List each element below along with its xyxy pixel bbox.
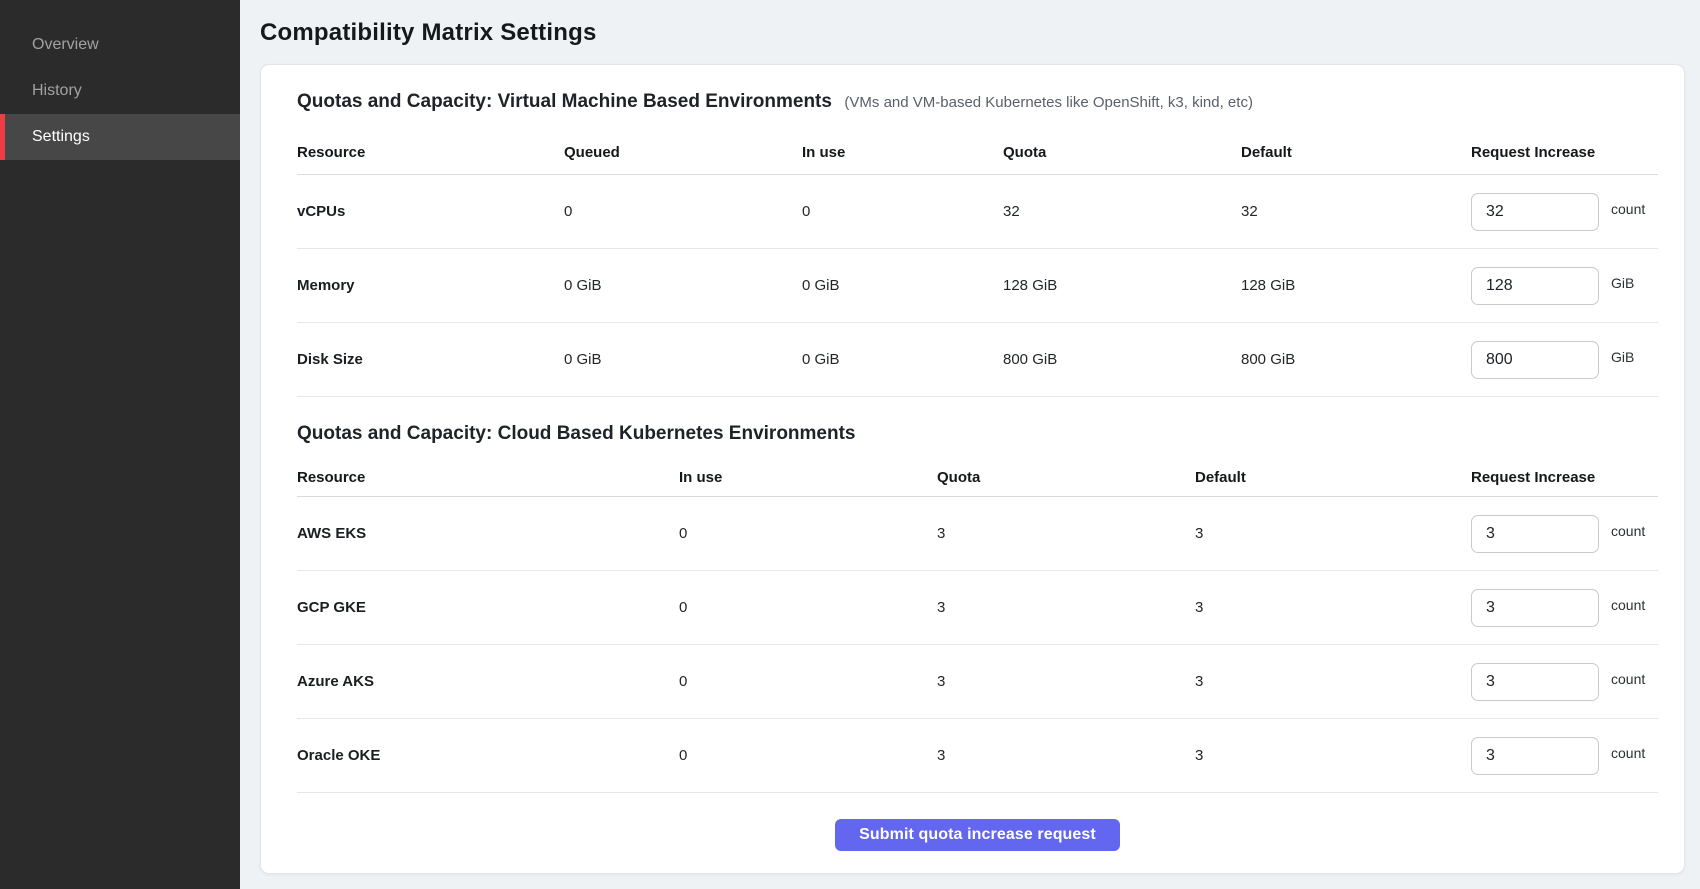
cell-request-increase: count bbox=[1471, 589, 1658, 627]
table-row-azure-aks: Azure AKS 0 3 3 count bbox=[297, 645, 1658, 719]
sidebar: Overview History Settings bbox=[0, 0, 240, 889]
vm-quotas-section: Quotas and Capacity: Virtual Machine Bas… bbox=[297, 91, 1658, 397]
vm-section-header: Quotas and Capacity: Virtual Machine Bas… bbox=[297, 91, 1658, 113]
cell-in-use: 0 GiB bbox=[802, 277, 1003, 294]
cell-default: 3 bbox=[1195, 673, 1471, 690]
cell-in-use: 0 bbox=[679, 525, 937, 542]
card-footer: Submit quota increase request bbox=[297, 793, 1658, 877]
unit-label: count bbox=[1611, 745, 1645, 761]
sidebar-item-overview[interactable]: Overview bbox=[0, 22, 240, 68]
aws-eks-request-input[interactable] bbox=[1471, 515, 1599, 553]
column-header-request-increase: Request Increase bbox=[1471, 457, 1658, 486]
column-header-request-increase: Request Increase bbox=[1471, 132, 1658, 161]
cell-resource: AWS EKS bbox=[297, 525, 679, 542]
cell-default: 128 GiB bbox=[1241, 277, 1471, 294]
cell-request-increase: count bbox=[1471, 737, 1658, 775]
cell-resource: Memory bbox=[297, 277, 564, 294]
cell-quota: 3 bbox=[937, 525, 1195, 542]
unit-label: count bbox=[1611, 523, 1645, 539]
disk-size-request-input[interactable] bbox=[1471, 341, 1599, 379]
oracle-oke-request-input[interactable] bbox=[1471, 737, 1599, 775]
cell-queued: 0 GiB bbox=[564, 351, 802, 368]
unit-label: count bbox=[1611, 201, 1645, 217]
vcpus-request-input[interactable] bbox=[1471, 193, 1599, 231]
cell-in-use: 0 bbox=[679, 747, 937, 764]
column-header-resource: Resource bbox=[297, 457, 679, 486]
cell-quota: 128 GiB bbox=[1003, 277, 1241, 294]
column-header-quota: Quota bbox=[937, 457, 1195, 486]
cell-default: 32 bbox=[1241, 203, 1471, 220]
unit-label: GiB bbox=[1611, 275, 1634, 291]
unit-label: count bbox=[1611, 597, 1645, 613]
sidebar-item-label: History bbox=[32, 82, 82, 100]
cell-in-use: 0 bbox=[679, 673, 937, 690]
table-row-memory: Memory 0 GiB 0 GiB 128 GiB 128 GiB GiB bbox=[297, 249, 1658, 323]
sidebar-nav: Overview History Settings bbox=[0, 22, 240, 160]
unit-label: count bbox=[1611, 671, 1645, 687]
column-header-quota: Quota bbox=[1003, 132, 1241, 161]
table-row-disk-size: Disk Size 0 GiB 0 GiB 800 GiB 800 GiB Gi… bbox=[297, 323, 1658, 397]
vm-section-subtitle: (VMs and VM-based Kubernetes like OpenSh… bbox=[844, 94, 1253, 111]
sidebar-item-history[interactable]: History bbox=[0, 68, 240, 114]
sidebar-item-label: Overview bbox=[32, 36, 99, 54]
column-header-default: Default bbox=[1195, 457, 1471, 486]
sidebar-item-label: Settings bbox=[32, 128, 90, 146]
cell-request-increase: count bbox=[1471, 193, 1658, 231]
cloud-section-header: Quotas and Capacity: Cloud Based Kuberne… bbox=[297, 423, 1658, 445]
cell-default: 3 bbox=[1195, 525, 1471, 542]
cell-request-increase: count bbox=[1471, 515, 1658, 553]
cell-resource: GCP GKE bbox=[297, 599, 679, 616]
table-row-vcpus: vCPUs 0 0 32 32 count bbox=[297, 175, 1658, 249]
table-row-aws-eks: AWS EKS 0 3 3 count bbox=[297, 497, 1658, 571]
cell-quota: 32 bbox=[1003, 203, 1241, 220]
settings-card: Quotas and Capacity: Virtual Machine Bas… bbox=[260, 64, 1685, 874]
cell-resource: Disk Size bbox=[297, 351, 564, 368]
table-row-gcp-gke: GCP GKE 0 3 3 count bbox=[297, 571, 1658, 645]
cell-resource: Azure AKS bbox=[297, 673, 679, 690]
cell-quota: 800 GiB bbox=[1003, 351, 1241, 368]
column-header-in-use: In use bbox=[802, 132, 1003, 161]
cell-request-increase: count bbox=[1471, 663, 1658, 701]
submit-quota-increase-button[interactable]: Submit quota increase request bbox=[835, 819, 1120, 851]
cell-quota: 3 bbox=[937, 673, 1195, 690]
cell-quota: 3 bbox=[937, 599, 1195, 616]
cell-request-increase: GiB bbox=[1471, 341, 1658, 379]
column-header-queued: Queued bbox=[564, 132, 802, 161]
page-title: Compatibility Matrix Settings bbox=[260, 19, 1685, 47]
gcp-gke-request-input[interactable] bbox=[1471, 589, 1599, 627]
cloud-table-header: Resource In use Quota Default Request In… bbox=[297, 447, 1658, 497]
unit-label: GiB bbox=[1611, 349, 1634, 365]
cell-in-use: 0 GiB bbox=[802, 351, 1003, 368]
column-header-default: Default bbox=[1241, 132, 1471, 161]
cell-resource: Oracle OKE bbox=[297, 747, 679, 764]
cell-quota: 3 bbox=[937, 747, 1195, 764]
table-row-oracle-oke: Oracle OKE 0 3 3 count bbox=[297, 719, 1658, 793]
azure-aks-request-input[interactable] bbox=[1471, 663, 1599, 701]
vm-table-header: Resource Queued In use Quota Default Req… bbox=[297, 119, 1658, 175]
column-header-in-use: In use bbox=[679, 457, 937, 486]
vm-section-title: Quotas and Capacity: Virtual Machine Bas… bbox=[297, 91, 832, 112]
cell-default: 3 bbox=[1195, 599, 1471, 616]
sidebar-item-settings[interactable]: Settings bbox=[0, 114, 240, 160]
cloud-section-title: Quotas and Capacity: Cloud Based Kuberne… bbox=[297, 423, 856, 444]
cell-in-use: 0 bbox=[679, 599, 937, 616]
cell-queued: 0 bbox=[564, 203, 802, 220]
cell-in-use: 0 bbox=[802, 203, 1003, 220]
cloud-quotas-section: Quotas and Capacity: Cloud Based Kuberne… bbox=[297, 423, 1658, 793]
cell-queued: 0 GiB bbox=[564, 277, 802, 294]
cell-default: 800 GiB bbox=[1241, 351, 1471, 368]
main-content: Compatibility Matrix Settings Quotas and… bbox=[240, 0, 1700, 889]
cell-default: 3 bbox=[1195, 747, 1471, 764]
cell-request-increase: GiB bbox=[1471, 267, 1658, 305]
column-header-resource: Resource bbox=[297, 132, 564, 161]
memory-request-input[interactable] bbox=[1471, 267, 1599, 305]
cell-resource: vCPUs bbox=[297, 203, 564, 220]
